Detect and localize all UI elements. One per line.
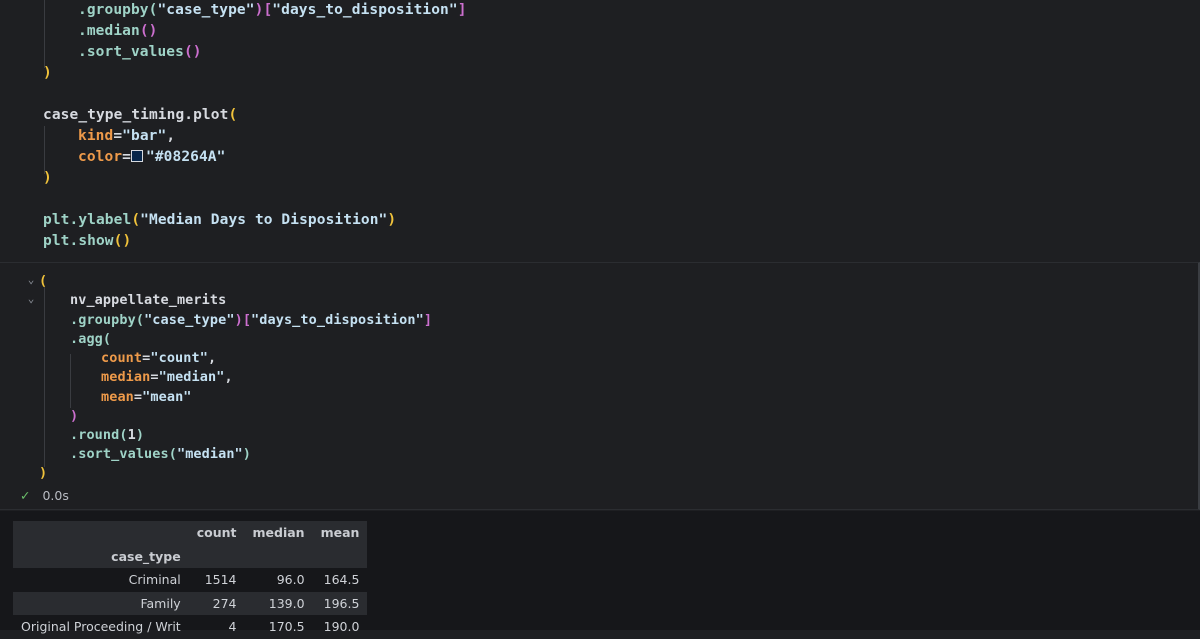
code-line: )	[39, 465, 48, 481]
code-line: )	[43, 170, 52, 186]
code-line: .agg(	[70, 331, 112, 347]
code-line: color= "#08264A"	[78, 149, 226, 165]
fold-chevron-icon[interactable]: ⌄	[24, 273, 38, 287]
table-row: Original Proceeding / Writ 4 170.5 190.0	[13, 615, 367, 639]
code-line: count="count",	[101, 350, 217, 366]
column-header: mean	[320, 525, 360, 541]
index-name-row: case_type	[13, 544, 368, 568]
code-line: .sort_values("median")	[70, 446, 252, 462]
row-label: Family	[140, 595, 181, 611]
code-line: .groupby("case_type")["days_to_dispositi…	[78, 2, 467, 18]
indent-guide	[44, 126, 45, 174]
code-line: mean="mean"	[101, 389, 192, 405]
code-cell-plot[interactable]: .groupby("case_type")["days_to_dispositi…	[0, 0, 1200, 262]
color-swatch-icon[interactable]	[131, 149, 143, 162]
indent-guide	[44, 287, 45, 467]
code-line: kind="bar",	[78, 128, 176, 144]
execution-status: ✓ 0.0s	[20, 488, 69, 508]
code-line: .sort_values()	[78, 44, 202, 60]
dataframe-table: count median mean case_type Criminal 151…	[13, 521, 368, 639]
row-label: Original Proceeding / Writ	[21, 619, 181, 635]
fold-chevron-icon[interactable]: ⌄	[24, 292, 38, 306]
code-line: plt.show()	[43, 233, 132, 249]
indent-guide	[44, 0, 45, 68]
index-name: case_type	[111, 548, 181, 564]
check-icon: ✓	[20, 488, 31, 503]
code-line: )	[70, 408, 79, 424]
code-line: median="median",	[101, 369, 233, 385]
code-line: .round(1)	[70, 427, 145, 443]
code-line: plt.ylabel("Median Days to Disposition")	[43, 212, 397, 228]
row-label: Criminal	[128, 572, 181, 588]
execution-time: 0.0s	[42, 488, 69, 503]
code-line: nv_appellate_merits	[70, 292, 227, 308]
table-header-row: count median mean	[13, 521, 368, 545]
cell-mean: 190.0	[323, 619, 360, 635]
cell-count: 4	[228, 619, 237, 635]
code-line: case_type_timing.plot(	[43, 107, 238, 123]
column-header: median	[252, 525, 305, 541]
indent-guide	[70, 354, 71, 408]
code-line: (	[39, 273, 48, 289]
code-line: )	[43, 65, 52, 81]
table-corner	[13, 521, 189, 545]
cell-median: 139.0	[268, 595, 305, 611]
code-line: .median()	[78, 23, 158, 39]
code-cell-agg[interactable]: ⌄ ⌄ ( nv_appellate_merits .groupby("case…	[0, 262, 1200, 510]
cell-mean: 196.5	[323, 595, 360, 611]
cell-mean: 164.5	[323, 572, 360, 588]
cell-count: 274	[212, 595, 237, 611]
code-line: .groupby("case_type")["days_to_dispositi…	[70, 312, 433, 328]
cell-median: 96.0	[276, 572, 305, 588]
cell-count: 1514	[204, 572, 237, 588]
column-header: count	[196, 525, 237, 541]
cell-median: 170.5	[268, 619, 305, 635]
table-row: Family 274 139.0 196.5	[13, 591, 368, 615]
table-row: Criminal 1514 96.0 164.5	[13, 568, 367, 592]
